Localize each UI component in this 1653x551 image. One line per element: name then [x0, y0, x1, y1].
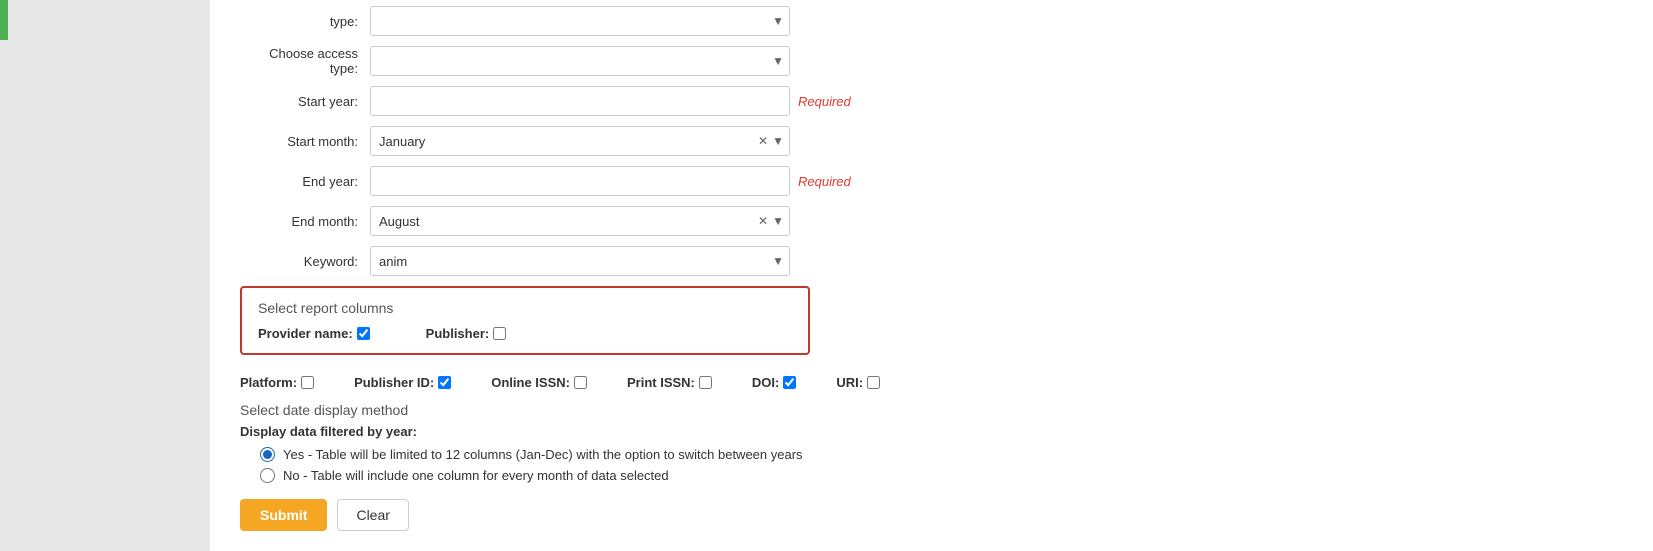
col-doi-checkbox[interactable] [783, 376, 796, 389]
radio-no-label: No - Table will include one column for e… [283, 468, 669, 483]
col-publisher-label: Publisher: [426, 326, 490, 341]
type-select[interactable] [370, 6, 790, 36]
col-print-issn-label: Print ISSN: [627, 375, 695, 390]
access-type-row: Choose access type: ▼ [240, 46, 1623, 76]
start-month-row: Start month: January ✕ ▼ [240, 126, 1623, 156]
col-publisher-checkbox[interactable] [493, 327, 506, 340]
end-year-row: End year: 2023 Required [240, 166, 1623, 196]
keyword-label: Keyword: [240, 254, 370, 269]
col-publisher-id-label: Publisher ID: [354, 375, 434, 390]
end-month-label: End month: [240, 214, 370, 229]
col-provider-name-checkbox[interactable] [357, 327, 370, 340]
type-select-icons: ▼ [772, 14, 784, 28]
col-platform-label: Platform: [240, 375, 297, 390]
col-online-issn-label: Online ISSN: [491, 375, 570, 390]
end-year-input[interactable]: 2023 [370, 166, 790, 196]
keyword-select-wrapper: anim ▼ [370, 246, 790, 276]
extended-cols-row: Platform: Publisher ID: Online ISSN: Pri… [240, 375, 1623, 390]
start-month-select-wrapper: January ✕ ▼ [370, 126, 790, 156]
col-print-issn-checkbox[interactable] [699, 376, 712, 389]
col-publisher: Publisher: [426, 326, 507, 341]
access-type-select-icons: ▼ [772, 54, 784, 68]
sidebar-accent [0, 0, 8, 40]
chevron-down-icon: ▼ [772, 134, 784, 148]
sidebar [0, 0, 210, 551]
clear-button[interactable]: Clear [337, 499, 408, 531]
col-doi-label: DOI: [752, 375, 779, 390]
start-year-input[interactable]: 2022 [370, 86, 790, 116]
col-doi: DOI: [752, 375, 796, 390]
type-select-wrapper: ▼ [370, 6, 790, 36]
main-content: type: ▼ Choose access type: [210, 0, 1653, 551]
access-type-label: Choose access type: [240, 46, 370, 76]
report-columns-title: Select report columns [258, 300, 792, 316]
clear-icon[interactable]: ✕ [758, 134, 768, 148]
col-online-issn-checkbox[interactable] [574, 376, 587, 389]
report-columns-inner-row: Provider name: Publisher: [258, 326, 792, 341]
type-label: type: [240, 14, 370, 29]
keyword-row: Keyword: anim ▼ [240, 246, 1623, 276]
keyword-select[interactable]: anim [370, 246, 790, 276]
chevron-down-icon: ▼ [772, 14, 784, 28]
end-month-row: End month: August ✕ ▼ [240, 206, 1623, 236]
access-type-select[interactable] [370, 46, 790, 76]
col-publisher-id-checkbox[interactable] [438, 376, 451, 389]
radio-yes-label: Yes - Table will be limited to 12 column… [283, 447, 803, 462]
submit-button[interactable]: Submit [240, 499, 327, 531]
start-year-label: Start year: [240, 94, 370, 109]
clear-icon[interactable]: ✕ [758, 214, 768, 228]
chevron-down-icon: ▼ [772, 214, 784, 228]
start-month-select[interactable]: January [370, 126, 790, 156]
access-type-select-wrapper: ▼ [370, 46, 790, 76]
col-uri-checkbox[interactable] [867, 376, 880, 389]
col-platform-checkbox[interactable] [301, 376, 314, 389]
date-display-title: Select date display method [240, 402, 1623, 418]
radio-yes-input[interactable] [260, 447, 275, 462]
col-publisher-id: Publisher ID: [354, 375, 451, 390]
date-display-subtitle: Display data filtered by year: [240, 424, 1623, 439]
end-month-select-wrapper: August ✕ ▼ [370, 206, 790, 236]
radio-no-input[interactable] [260, 468, 275, 483]
keyword-select-icons: ▼ [772, 254, 784, 268]
start-year-row: Start year: 2022 Required [240, 86, 1623, 116]
page-wrapper: type: ▼ Choose access type: [0, 0, 1653, 551]
end-month-select[interactable]: August [370, 206, 790, 236]
col-provider-name-label: Provider name: [258, 326, 353, 341]
radio-yes-option: Yes - Table will be limited to 12 column… [260, 447, 1623, 462]
start-year-required: Required [798, 94, 851, 109]
chevron-down-icon: ▼ [772, 254, 784, 268]
report-columns-box: Select report columns Provider name: Pub… [240, 286, 810, 355]
date-display-section: Select date display method Display data … [240, 402, 1623, 483]
end-year-required: Required [798, 174, 851, 189]
col-platform: Platform: [240, 375, 314, 390]
radio-no-option: No - Table will include one column for e… [260, 468, 1623, 483]
buttons-row: Submit Clear [240, 499, 1623, 531]
content-area: type: ▼ Choose access type: [240, 0, 1623, 531]
col-print-issn: Print ISSN: [627, 375, 712, 390]
start-month-label: Start month: [240, 134, 370, 149]
end-year-label: End year: [240, 174, 370, 189]
chevron-down-icon: ▼ [772, 54, 784, 68]
type-row: type: ▼ [240, 6, 1623, 36]
col-uri: URI: [836, 375, 880, 390]
col-provider-name: Provider name: [258, 326, 370, 341]
col-uri-label: URI: [836, 375, 863, 390]
col-online-issn: Online ISSN: [491, 375, 587, 390]
